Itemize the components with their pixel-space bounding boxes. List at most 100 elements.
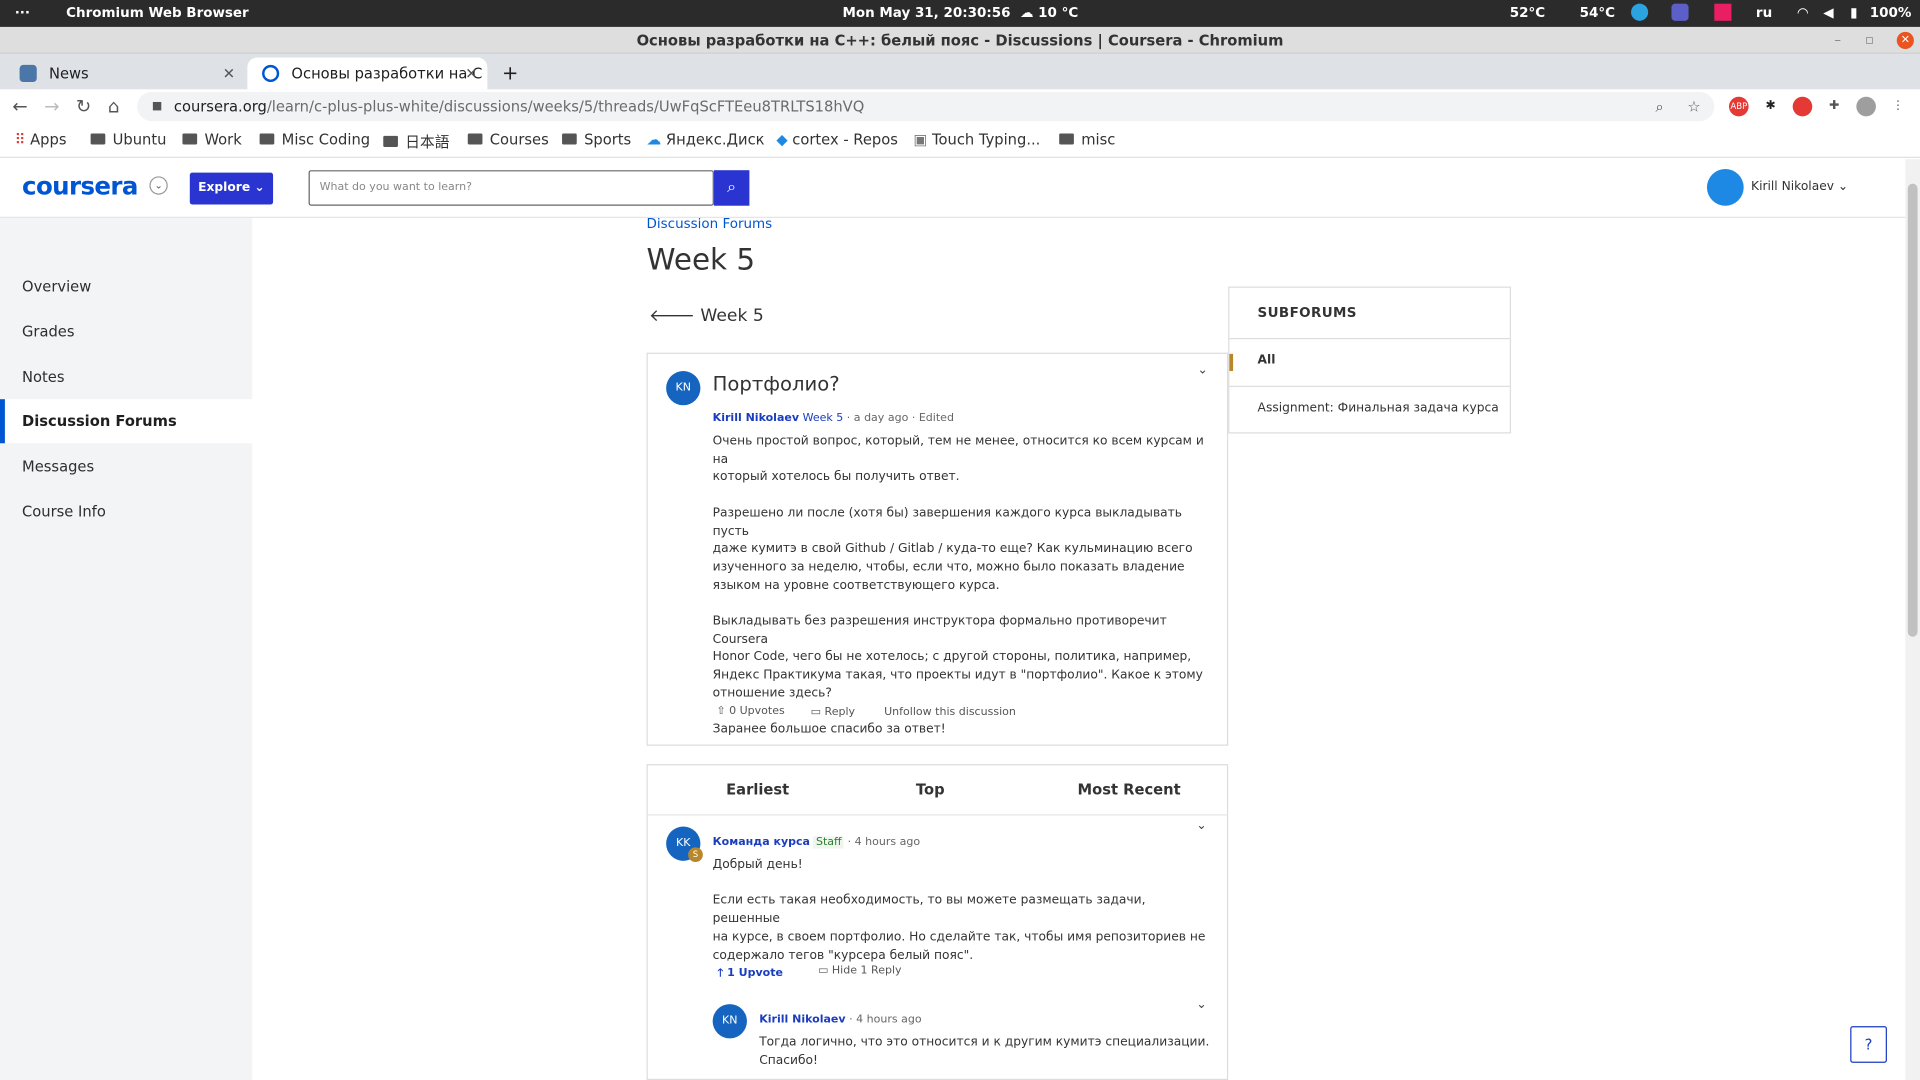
forward-arrow-icon[interactable]: → (44, 96, 59, 118)
folder-icon (383, 135, 398, 147)
author-link[interactable]: Kirill Nikolaev (759, 1014, 845, 1026)
folder-icon (1059, 133, 1074, 145)
tab-close-icon[interactable]: ✕ (465, 58, 477, 90)
clock[interactable]: Mon May 31, 20:30:56 (842, 5, 1010, 21)
chevron-down-icon[interactable]: ⌄ (149, 176, 168, 195)
bookmark-touch-typing[interactable]: ▣ Touch Typing... (913, 131, 1040, 148)
apps-grid-icon: ⠿ (14, 131, 31, 149)
user-menu[interactable]: Kirill Nikolaev ⌄ (1706, 168, 1848, 206)
toolbar: ← → ↻ ⌂ ■ coursera.org/learn/c-plus-plus… (0, 89, 1920, 124)
close-window-icon[interactable]: ✕ (1896, 31, 1914, 49)
maximize-icon[interactable]: ▫ (1865, 27, 1874, 54)
app-tray-icon[interactable] (1714, 3, 1732, 21)
bookmark-star-icon[interactable]: ☆ (1687, 92, 1700, 121)
url-host: coursera.org (173, 97, 267, 116)
activities-menu[interactable]: ··· (15, 5, 30, 21)
bookmark-misc-coding[interactable]: Misc Coding (259, 131, 370, 148)
new-tab-icon[interactable]: + (495, 58, 524, 90)
bookmark-work[interactable]: Work (182, 131, 242, 148)
sort-earliest[interactable]: Earliest (726, 781, 789, 798)
active-app-name[interactable]: Chromium Web Browser (66, 5, 249, 21)
breadcrumb[interactable]: Discussion Forums (647, 216, 773, 232)
tab-close-icon[interactable]: ✕ (223, 58, 235, 90)
upvote-button[interactable]: 🡑 1 Upvote (718, 964, 783, 984)
author-link[interactable]: Команда курса (713, 836, 810, 848)
tab-title: News (48, 64, 89, 83)
battery-icon[interactable]: ▮ (1850, 5, 1857, 21)
chevron-down-icon[interactable]: ⌄ (1196, 998, 1206, 1011)
reload-icon[interactable]: ↻ (76, 96, 91, 118)
reply-body: Добрый день! Если есть такая необходимос… (712, 858, 1206, 962)
reply-meta: Kirill Nikolaev · 4 hours ago (759, 1013, 922, 1027)
adblock-icon[interactable]: ABP (1728, 96, 1749, 117)
chevron-down-icon[interactable]: ⌄ (1198, 364, 1208, 377)
bookmark-yandex-disk[interactable]: ☁ Яндекс.Диск (647, 131, 765, 148)
staff-badge-icon: S (688, 847, 703, 863)
upvote-arrow-icon: 🡑 (717, 967, 728, 980)
scrollbar-thumb[interactable] (1907, 183, 1918, 637)
user-name: Kirill Nikolaev (1751, 180, 1834, 194)
chevron-down-icon[interactable]: ⌄ (1196, 819, 1206, 832)
menu-kebab-icon[interactable]: ⋮ (1888, 97, 1908, 117)
bookmark-misc[interactable]: misc (1059, 131, 1115, 148)
avatar[interactable]: KN (712, 1004, 747, 1039)
back-link[interactable]: 🡐 Week 5 (649, 305, 764, 326)
zoom-icon[interactable]: ⌕ (1656, 92, 1664, 121)
os-top-bar: ··· Chromium Web Browser Mon May 31, 20:… (0, 0, 1920, 27)
minimize-icon[interactable]: – (1834, 27, 1841, 54)
hide-replies-button[interactable]: ▭ Hide 1 Reply (818, 965, 902, 977)
tab-coursera[interactable]: Основы разработки на С ✕ (247, 57, 488, 90)
sort-top[interactable]: Top (916, 781, 945, 798)
bookmark-cortex-repos[interactable]: ◆ cortex - Repos (776, 131, 898, 148)
question-icon: ? (1864, 1035, 1873, 1054)
extensions-puzzle-icon[interactable]: ✚ (1825, 97, 1845, 117)
reply-button[interactable]: ▭ Reply (811, 707, 855, 719)
lastpass-icon[interactable] (1792, 96, 1813, 117)
coursera-header: coursera ⌄ Explore ⌄ What do you want to… (0, 159, 1906, 218)
sidebar-item-messages[interactable]: Messages (0, 444, 252, 488)
bookmark-ubuntu[interactable]: Ubuntu (90, 131, 166, 148)
sidebar-item-overview[interactable]: Overview (0, 264, 252, 308)
extension-icon[interactable]: ✱ (1761, 97, 1781, 117)
upvote-button[interactable]: ⇧ 0 Upvotes (716, 705, 784, 717)
thread-post: KN Портфолио? ⌄ Kirill Nikolaev Week 5 ·… (646, 352, 1229, 746)
profile-icon[interactable] (1856, 96, 1876, 117)
sidebar-item-notes[interactable]: Notes (0, 355, 252, 399)
sidebar-item-grades[interactable]: Grades (0, 310, 252, 354)
post-meta: Kirill Nikolaev Week 5 · a day ago · Edi… (712, 412, 954, 425)
subforums-heading: SUBFORUMS (1257, 304, 1357, 321)
search-button[interactable]: ⌕ (713, 170, 750, 206)
teams-icon[interactable] (1671, 3, 1689, 21)
back-arrow-icon[interactable]: ← (12, 96, 27, 118)
bookmark-apps[interactable]: ⠿ Apps (15, 131, 67, 148)
subforum-item-all[interactable]: All (1258, 354, 1276, 367)
sort-most-recent[interactable]: Most Recent (1078, 781, 1181, 798)
search-input[interactable]: What do you want to learn? (308, 170, 714, 206)
address-bar[interactable]: ■ coursera.org/learn/c-plus-plus-white/d… (137, 91, 1715, 122)
avatar[interactable]: KN (666, 371, 701, 406)
keyboard-layout[interactable]: ru (1756, 5, 1772, 21)
weather[interactable]: ☁ 10 °C (1020, 5, 1078, 21)
wifi-icon[interactable]: ◠ (1798, 5, 1808, 21)
volume-icon[interactable]: ◀ (1823, 5, 1833, 21)
lock-icon[interactable]: ■ (152, 92, 162, 121)
folder-icon (182, 133, 198, 145)
cpu-temp[interactable]: 52°C (1510, 5, 1545, 21)
week-link[interactable]: Week 5 (803, 413, 844, 425)
bookmark-japanese[interactable]: 日本語 (383, 131, 449, 152)
telegram-icon[interactable] (1631, 3, 1649, 21)
author-link[interactable]: Kirill Nikolaev (713, 413, 799, 425)
subforum-item-assignment[interactable]: Assignment: Финальная задача курса (1258, 402, 1499, 415)
home-icon[interactable]: ⌂ (108, 96, 120, 118)
bookmark-sports[interactable]: Sports (562, 131, 631, 148)
explore-button[interactable]: Explore ⌄ (189, 172, 274, 205)
coursera-logo[interactable]: coursera (22, 171, 138, 200)
help-button[interactable]: ? (1850, 1026, 1887, 1063)
gpu-temp[interactable]: 54°C (1580, 5, 1615, 21)
unfollow-button[interactable]: Unfollow this discussion (884, 707, 1016, 719)
bookmark-courses[interactable]: Courses (467, 131, 549, 148)
url-path: /learn/c-plus-plus-white/discussions/wee… (266, 97, 865, 116)
sidebar-item-discussion-forums[interactable]: Discussion Forums (0, 399, 253, 444)
sidebar-item-course-info[interactable]: Course Info (0, 490, 252, 534)
tab-news[interactable]: News ✕ (5, 58, 245, 90)
